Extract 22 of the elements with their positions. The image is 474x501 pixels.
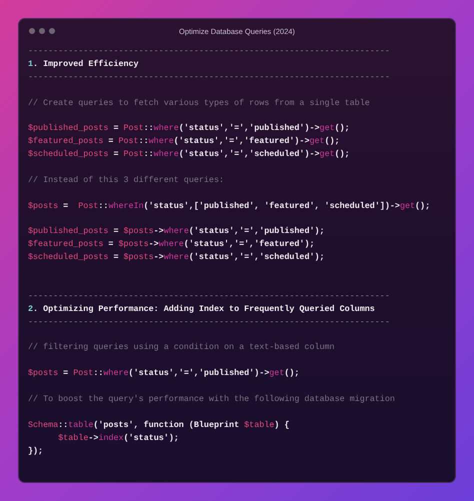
code-comment: // To boost the query's performance with the following database migration (28, 393, 395, 406)
code-line: $posts = Post::where('status','=','published')->get(); (28, 367, 300, 380)
code-line: $table->index('status'); (58, 432, 179, 445)
code-comment: // Create queries to fetch various types of rows from a single table (28, 96, 370, 110)
code-line: $scheduled_posts = $posts->where('status','=','scheduled'); (28, 251, 325, 264)
rule-line: ------------------------------------------------------------------------ (28, 316, 390, 329)
code-line: $posts = Post::whereIn('status',['published', 'featured', 'scheduled'])->get(); (28, 200, 430, 213)
window-controls-icon[interactable] (29, 28, 55, 34)
code-line: $scheduled_posts = Post::where('status','=','scheduled')->get(); (28, 148, 350, 162)
code-line: $published_posts = $posts->where('status','=','published'); (28, 225, 325, 238)
rule-line: ------------------------------------------------------------------------ (28, 45, 390, 58)
rule-line: ------------------------------------------------------------------------ (28, 70, 390, 84)
section-heading: 2. Optimizing Performance: Adding Index to Frequently Queried Columns (28, 302, 375, 316)
rule-line: ------------------------------------------------------------------------ (28, 290, 390, 303)
code-line: $featured_posts = Post::where('status','=','featured')->get(); (28, 135, 340, 148)
code-line: }); (28, 444, 44, 458)
section-heading: 1. Improved Efficiency (28, 58, 139, 71)
code-line: $published_posts = Post::where('status','=','published')->get(); (28, 122, 350, 136)
code-comment: // filtering queries using a condition on a text-based column (28, 341, 335, 354)
code-line: $featured_posts = $posts->where('status','=','featured'); (28, 238, 314, 252)
code-line: Schema::table('posts', function (Blueprint $table) { (28, 418, 290, 432)
code-comment: // Instead of this 3 different queries: (28, 174, 224, 187)
